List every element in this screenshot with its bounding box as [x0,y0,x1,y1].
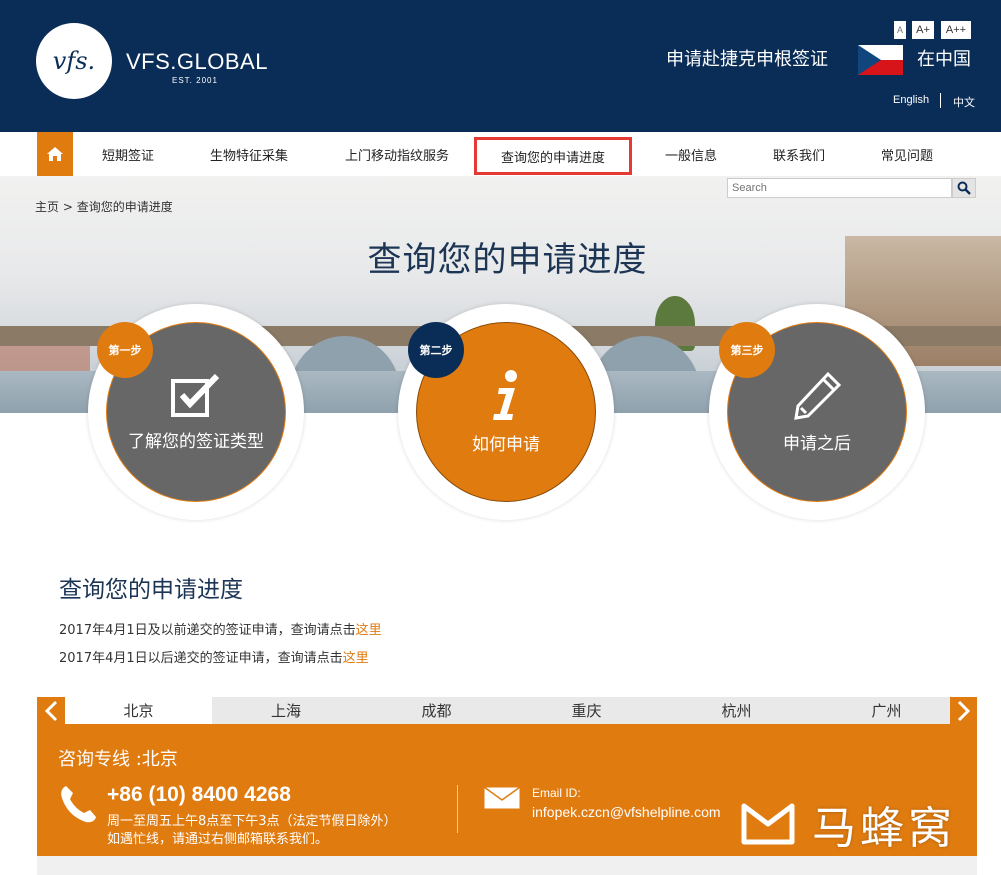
contact-divider [457,785,458,833]
hotline-hours: 周一至周五上午8点至下午3点（法定节假日除外） [107,814,397,829]
tab-beijing[interactable]: 北京 [65,697,212,724]
step-one-label: 了解您的签证类型 [128,431,264,452]
site-header: vfs. VFS.GLOBAL EST. 2001 A A+ A++ 申请赴捷克… [0,0,1001,132]
search-button[interactable] [952,178,976,198]
email-link[interactable]: infopek.czcn@vfshelpline.com [532,804,721,820]
step-one-badge: 第一步 [97,322,153,378]
tab-prev-button[interactable] [37,697,65,724]
mail-icon [483,786,521,810]
tab-hangzhou[interactable]: 杭州 [660,697,813,724]
home-icon [47,147,63,161]
track-line-before: 2017年4月1日及以前递交的签证申请，查询请点击这里 [59,619,382,638]
search-icon [957,181,971,195]
hotline-title: 咨询专线 :北京 [58,749,178,770]
mafengwo-watermark: 马蜂窝 [738,792,956,856]
page-title: 查询您的申请进度 [367,240,648,280]
nav-item-track-application[interactable]: 查询您的申请进度 [474,137,632,175]
nav-item-mobile-fingerprint[interactable]: 上门移动指纹服务 [333,132,461,176]
track-line-before-text: 2017年4月1日及以前递交的签证申请，查询请点击 [59,623,356,638]
country-label: 在中国 [917,49,971,70]
section-title: 查询您的申请进度 [59,577,243,603]
pencil-icon [794,371,842,420]
tab-next-button[interactable] [950,697,977,724]
nav-item-short-term-visa[interactable]: 短期签证 [90,132,166,176]
language-chinese-link[interactable]: 中文 [953,94,975,110]
track-before-link[interactable]: 这里 [356,623,382,638]
nav-item-contact-us[interactable]: 联系我们 [761,132,837,176]
step-three-label: 申请之后 [783,433,851,454]
mafengwo-logo-icon [741,803,795,845]
phone-icon [61,786,96,823]
tab-chengdu[interactable]: 成都 [360,697,513,724]
track-line-after-text: 2017年4月1日以后递交的签证申请，查询请点击 [59,651,343,666]
apply-title: 申请赴捷克申根签证 [666,49,828,70]
breadcrumb: 主页 > 查询您的申请进度 [35,198,173,215]
watermark-text: 马蜂窝 [812,803,956,854]
font-size-large-button[interactable]: A++ [941,21,971,39]
language-english-link[interactable]: English [893,94,929,106]
checkbox-icon [171,373,220,417]
nav-item-biometrics[interactable]: 生物特征采集 [198,132,300,176]
contact-panel-footer [37,856,977,875]
main-nav: 短期签证 生物特征采集 上门移动指纹服务 查询您的申请进度 一般信息 联系我们 … [0,132,1001,176]
step-two-label: 如何申请 [472,434,540,455]
nav-item-faq[interactable]: 常见问题 [869,132,945,176]
search-input[interactable] [727,178,952,198]
home-button[interactable] [37,132,73,176]
tab-shanghai[interactable]: 上海 [212,697,360,724]
font-size-small-button[interactable]: A [894,21,906,39]
brand-established: EST. 2001 [172,76,218,85]
hotline-number: +86 (10) 8400 4268 [107,783,291,806]
breadcrumb-separator: > [59,200,77,214]
hotline-note: 如遇忙线，请通过右侧邮箱联系我们。 [107,832,329,847]
nav-item-general-info[interactable]: 一般信息 [653,132,729,176]
chevron-right-icon [957,700,970,721]
brand-name: VFS.GLOBAL [126,49,268,74]
tab-chongqing[interactable]: 重庆 [513,697,660,724]
font-size-medium-button[interactable]: A+ [912,21,934,39]
vfs-logo[interactable]: vfs. [36,23,112,99]
chevron-left-icon [44,700,58,721]
language-divider [940,93,941,108]
track-after-link[interactable]: 这里 [343,651,369,666]
breadcrumb-current: 查询您的申请进度 [76,200,173,214]
email-label: Email ID: [532,786,581,800]
czech-flag-icon [858,45,903,75]
info-icon [493,369,517,420]
track-line-after: 2017年4月1日以后递交的签证申请，查询请点击这里 [59,647,369,666]
step-two-badge: 第二步 [408,322,464,378]
tab-guangzhou[interactable]: 广州 [813,697,960,724]
step-three-badge: 第三步 [719,322,775,378]
logo-text: vfs. [52,47,96,75]
breadcrumb-home-link[interactable]: 主页 [35,200,59,214]
